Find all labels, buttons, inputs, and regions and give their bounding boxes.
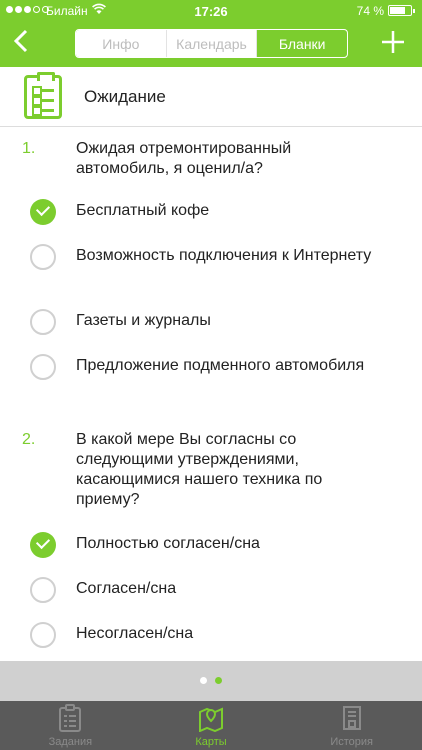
- map-icon: [199, 707, 223, 732]
- radio-button[interactable]: [30, 354, 56, 380]
- answer-option-label: Несогласен/сна: [76, 625, 194, 642]
- back-button[interactable]: [8, 29, 34, 59]
- tab-maps[interactable]: Карты: [141, 701, 282, 750]
- answer-option[interactable]: Несогласен/сна: [30, 618, 422, 654]
- battery-icon: [388, 5, 415, 16]
- answer-option-label: Бесплатный кофе: [76, 202, 210, 219]
- answer-option[interactable]: Бесплатный кофе: [30, 195, 422, 231]
- answer-option[interactable]: Полностью согласен/сна: [30, 528, 422, 564]
- tab-history[interactable]: История: [281, 701, 422, 750]
- tab-info[interactable]: Инфо: [76, 30, 167, 57]
- battery-percentage: 74 %: [356, 4, 384, 18]
- answer-option[interactable]: Возможность подключения к Интернету: [30, 240, 422, 276]
- answer-option[interactable]: Газеты и журналы: [30, 305, 422, 341]
- radio-button[interactable]: [30, 577, 56, 603]
- tab-forms[interactable]: Бланки: [257, 30, 347, 57]
- question-number: 2.: [22, 431, 36, 448]
- answer-option-label: Газеты и журналы: [76, 312, 211, 329]
- add-button[interactable]: [380, 26, 406, 58]
- form-checklist-icon: [24, 72, 62, 119]
- tab-maps-label: Карты: [195, 736, 227, 748]
- archive-icon: [342, 706, 361, 730]
- answer-option[interactable]: Согласен/сна: [30, 573, 422, 609]
- answer-option-label: Согласен/сна: [76, 580, 177, 597]
- segmented-control: Инфо Календарь Бланки: [75, 29, 348, 58]
- chevron-left-icon: [13, 29, 28, 53]
- question-text: В какой мере Вы согласны со следующими у…: [76, 431, 323, 508]
- clipboard-icon: [59, 704, 82, 732]
- tab-tasks[interactable]: Задания: [0, 701, 141, 750]
- tab-calendar-label: Календарь: [176, 35, 247, 52]
- tab-forms-label: Бланки: [278, 35, 326, 52]
- tab-calendar[interactable]: Календарь: [166, 30, 258, 57]
- answer-option-label: Возможность подключения к Интернету: [76, 247, 372, 264]
- question-number: 1.: [22, 140, 36, 157]
- radio-button[interactable]: [30, 309, 56, 335]
- radio-button[interactable]: [30, 199, 56, 225]
- page-dot[interactable]: [200, 677, 207, 684]
- form-title: Ожидание: [84, 87, 166, 106]
- radio-button[interactable]: [30, 244, 56, 270]
- top-bar: Билайн 17:26 74 % Инфо Календарь Бланки: [0, 0, 422, 67]
- answer-option-label: Предложение подменного автомобиля: [76, 357, 365, 374]
- answer-option[interactable]: Предложение подменного автомобиля: [30, 350, 422, 386]
- tab-history-label: История: [330, 736, 374, 748]
- question-text: Ожидая отремонтированный автомобиль, я о…: [76, 140, 292, 177]
- tab-bar: Задания Карты История: [0, 701, 422, 750]
- radio-button[interactable]: [30, 622, 56, 648]
- answer-option-label: Полностью согласен/сна: [76, 535, 260, 552]
- form-header: Ожидание: [0, 67, 422, 127]
- plus-icon: [382, 31, 404, 53]
- page-indicator[interactable]: [0, 661, 422, 701]
- page-dot-active[interactable]: [215, 677, 222, 684]
- tab-tasks-label: Задания: [48, 736, 93, 748]
- radio-button[interactable]: [30, 532, 56, 558]
- status-bar: Билайн 17:26 74 %: [0, 0, 422, 22]
- tab-info-label: Инфо: [102, 35, 140, 52]
